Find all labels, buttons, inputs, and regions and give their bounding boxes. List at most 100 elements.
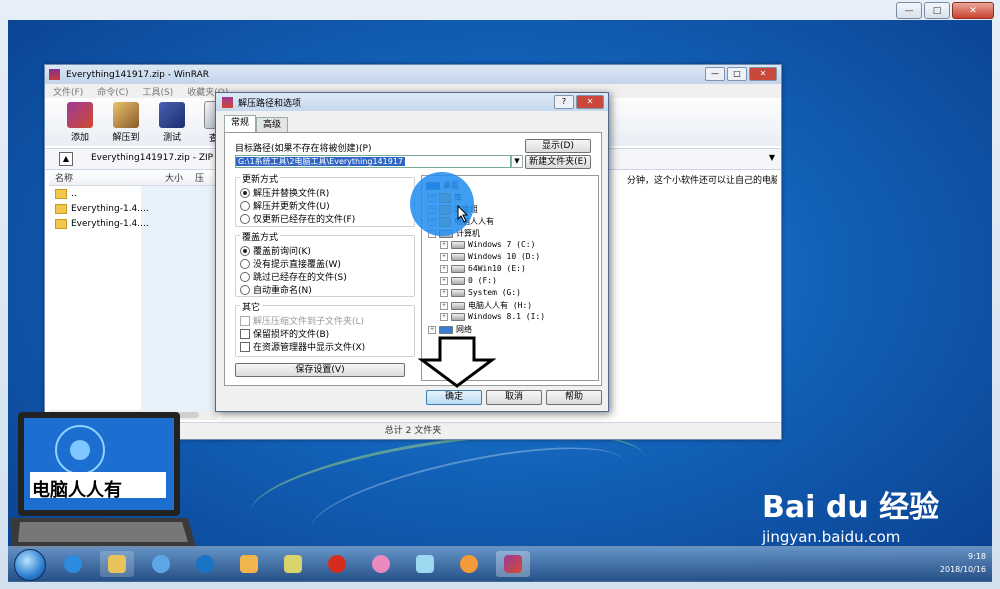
new-folder-button[interactable]: 新建文件夹(E) (525, 155, 591, 169)
expand-icon[interactable]: + (440, 301, 448, 310)
list-item[interactable]: .. (49, 186, 217, 201)
cancel-button[interactable]: 取消 (486, 390, 542, 405)
test-button[interactable]: 测试 (153, 101, 191, 143)
extract-to-button[interactable]: 解压到 (107, 101, 145, 143)
expand-icon[interactable]: + (440, 288, 448, 297)
chess-icon (328, 555, 346, 573)
checkbox[interactable] (240, 341, 250, 352)
help-icon[interactable]: ? (554, 95, 574, 109)
radio-auto-rename[interactable]: 自动重命名(N) (240, 283, 312, 296)
tree-node-drive[interactable]: +0 (F:) (440, 276, 497, 285)
radio-skip-existing[interactable]: 跳过已经存在的文件(S) (240, 270, 347, 283)
radio-button[interactable] (240, 271, 250, 282)
outer-minimize-button[interactable]: — (896, 2, 922, 19)
tree-node-drive[interactable]: + 电脑人人有 (H:) (440, 300, 532, 311)
paint-icon (240, 555, 258, 573)
destination-path-input[interactable]: G:\1系统工具\2电脑工具\Everything141917 (235, 155, 511, 168)
option-label: 解压压缩文件到子文件夹(L) (253, 317, 365, 327)
header-size[interactable]: 大小 (165, 171, 195, 184)
taskbar-app-icon[interactable] (144, 551, 178, 577)
checkbox-extract-subfolder[interactable]: 解压压缩文件到子文件夹(L) (240, 314, 364, 327)
tree-node-drive[interactable]: + Windows 8.1 (I:) (440, 312, 545, 321)
winrar-maximize-button[interactable]: □ (727, 67, 747, 81)
dialog-titlebar[interactable]: 解压路径和选项 (216, 93, 608, 111)
start-button[interactable] (14, 549, 46, 581)
winrar-titlebar[interactable]: Everything141917.zip - WinRAR (45, 65, 781, 84)
winrar-app-icon (49, 69, 60, 80)
outer-close-button[interactable]: ✕ (952, 2, 994, 19)
taskbar-folder-icon[interactable] (276, 551, 310, 577)
up-folder-icon[interactable]: ▲ (59, 152, 73, 166)
ok-button[interactable]: 确定 (426, 390, 482, 405)
file-list: 名称 大小 压 .. Everything-1.4.... Everything… (49, 170, 221, 410)
radio-button[interactable] (240, 200, 250, 211)
list-item[interactable]: Everything-1.4.... (49, 201, 217, 216)
checkbox-keep-broken[interactable]: 保留损坏的文件(B) (240, 327, 329, 340)
menu-command[interactable]: 命令(C) (97, 85, 128, 98)
radio-fresh-existing[interactable]: 仅更新已经存在的文件(F) (240, 212, 355, 225)
tree-node-drive[interactable]: + Windows 10 (D:) (440, 252, 540, 261)
chevron-down-icon[interactable]: ▼ (511, 155, 523, 168)
tree-node-network[interactable]: + 网络 (428, 324, 472, 335)
expand-icon[interactable]: + (440, 264, 448, 273)
app-icon (152, 555, 170, 573)
radio-ask-before[interactable]: 覆盖前询问(K) (240, 244, 311, 257)
checkbox[interactable] (240, 315, 250, 326)
clock-time[interactable]: 9:18 (940, 550, 986, 563)
save-settings-button[interactable]: 保存设置(V) (235, 363, 405, 377)
show-button[interactable]: 显示(D) (525, 139, 591, 153)
expand-icon[interactable]: + (440, 240, 448, 249)
taskbar-paint-icon[interactable] (232, 551, 266, 577)
winrar-minimize-button[interactable]: — (705, 67, 725, 81)
radio-extract-replace[interactable]: 解压并替换文件(R) (240, 186, 329, 199)
menu-tools[interactable]: 工具(S) (143, 85, 174, 98)
archive-comment-text: 分钟，这个小软件还可以让自己的电脑在 (627, 176, 777, 186)
network-icon (439, 325, 453, 334)
help-button[interactable]: 帮助 (546, 390, 602, 405)
expand-icon[interactable]: + (440, 312, 448, 321)
drive-icon (451, 301, 465, 310)
radio-button[interactable] (240, 284, 250, 295)
radio-overwrite-silently[interactable]: 没有提示直接覆盖(W) (240, 257, 341, 270)
radio-button[interactable] (240, 187, 250, 198)
winrar-close-button[interactable]: ✕ (749, 67, 777, 81)
list-item[interactable]: Everything-1.4.... (49, 216, 217, 231)
tab-advanced[interactable]: 高级 (256, 117, 289, 132)
radio-button[interactable] (240, 245, 250, 256)
tree-node-drive[interactable]: +64Win10 (E:) (440, 264, 526, 273)
taskbar-edge-icon[interactable] (188, 551, 222, 577)
taskbar-flower-icon[interactable] (408, 551, 442, 577)
radio-button[interactable] (240, 213, 250, 224)
dialog-close-button[interactable]: ✕ (576, 95, 604, 109)
add-button[interactable]: 添加 (61, 101, 99, 143)
drive-icon (451, 276, 465, 285)
folder-icon (108, 555, 126, 573)
taskbar-face-icon[interactable] (364, 551, 398, 577)
menu-file[interactable]: 文件(F) (53, 85, 83, 98)
update-mode-group: 更新方式 解压并替换文件(R) 解压并更新文件(U) 仅更新已经存在的文件(F) (235, 172, 415, 227)
folder-icon (284, 555, 302, 573)
header-name[interactable]: 名称 (55, 171, 165, 184)
radio-extract-update[interactable]: 解压并更新文件(U) (240, 199, 330, 212)
chevron-down-icon[interactable]: ▼ (769, 153, 775, 162)
radio-button[interactable] (240, 258, 250, 269)
folder-up-icon (55, 188, 67, 199)
taskbar-chess-icon[interactable] (320, 551, 354, 577)
clock-date[interactable]: 2018/10/16 (940, 563, 986, 576)
expand-icon[interactable]: + (440, 276, 448, 285)
taskbar-ie-icon[interactable] (56, 551, 90, 577)
checkbox[interactable] (240, 328, 250, 339)
tree-node-drive[interactable]: + Windows 7 (C:) (440, 240, 535, 249)
tree-node-drive[interactable]: + System (G:) (440, 288, 521, 297)
tab-general[interactable]: 常规 (224, 115, 257, 132)
taskbar-explorer-icon[interactable] (100, 551, 134, 577)
outer-maximize-button[interactable]: □ (924, 2, 950, 19)
taskbar-orange-icon[interactable] (452, 551, 486, 577)
expand-icon[interactable]: + (440, 252, 448, 261)
taskbar-winrar-icon[interactable] (496, 551, 530, 577)
path-label: 目标路径(如果不存在将被创建)(P) (235, 144, 372, 154)
test-label: 测试 (162, 132, 181, 143)
header-packed[interactable]: 压 (195, 171, 204, 184)
expand-icon[interactable]: + (428, 325, 436, 334)
checkbox-show-in-explorer[interactable]: 在资源管理器中显示文件(X) (240, 340, 365, 353)
